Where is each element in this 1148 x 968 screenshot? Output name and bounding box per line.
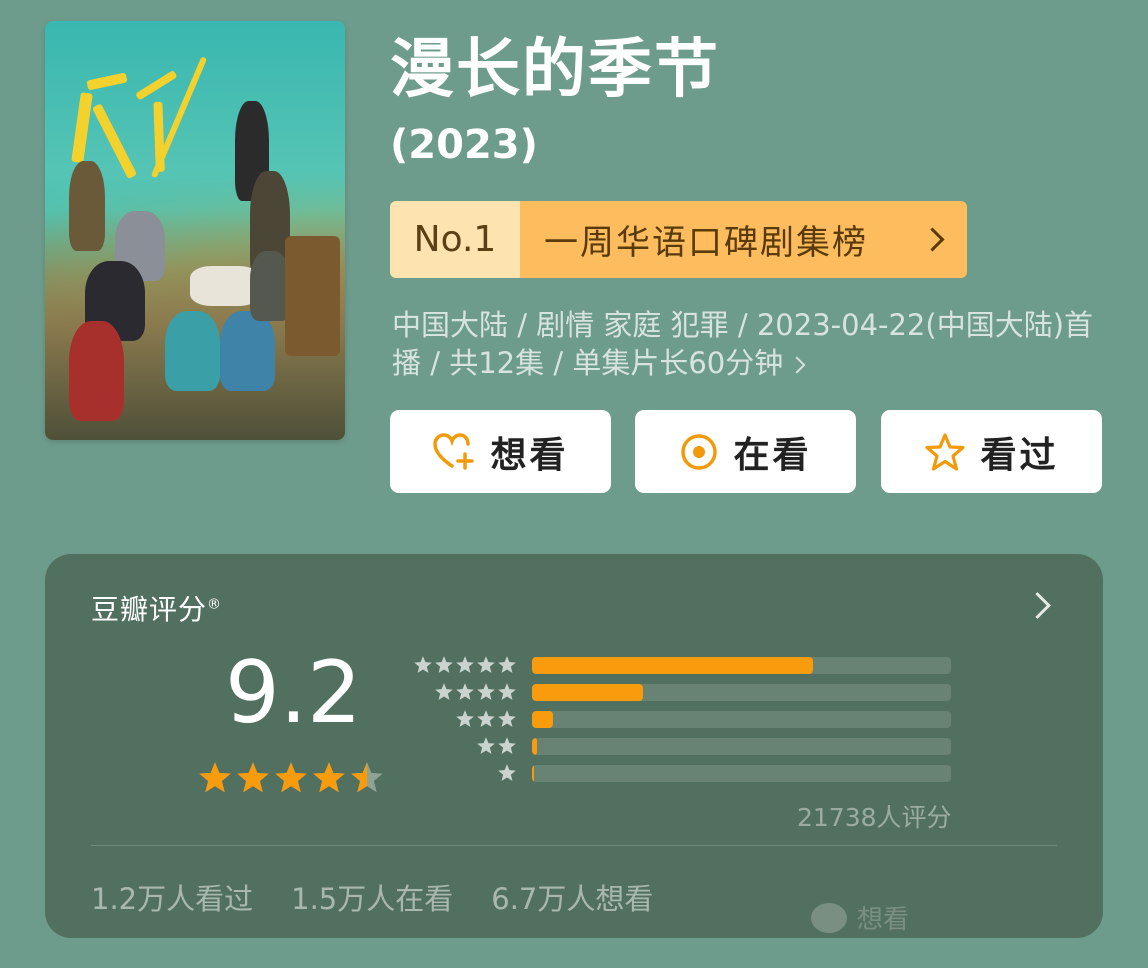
registered-mark: ® [207, 596, 223, 613]
mini-stars [411, 709, 517, 729]
rating-bar-fill [532, 710, 553, 728]
poster-figure [165, 311, 220, 391]
star-icon [498, 764, 516, 781]
star-icon [313, 762, 345, 793]
rating-bar-track [532, 710, 951, 728]
chevron-right-icon[interactable] [1024, 592, 1051, 619]
want-to-watch-button[interactable]: 想看 [390, 410, 611, 493]
watching-count[interactable]: 1.5万人在看 [291, 876, 453, 918]
rating-card-title: 豆瓣评分® [91, 588, 222, 628]
star-icon [498, 710, 516, 727]
watched-label: 看过 [980, 434, 1059, 476]
star-icon [456, 683, 474, 700]
rank-list-name: 一周华语口碑剧集榜 [544, 223, 868, 263]
rating-bar-fill [532, 764, 535, 782]
viewer-stats: 1.2万人看过 1.5万人在看 6.7万人想看 [91, 876, 653, 918]
rating-bar-fill [532, 683, 644, 701]
rank-list-link: 一周华语口碑剧集榜 [520, 201, 967, 278]
star-icon [414, 656, 432, 673]
meta-info-link[interactable]: 中国大陆 / 剧情 家庭 犯罪 / 2023-04-22(中国大陆)首播 / 共… [392, 306, 1107, 382]
chevron-right-icon [920, 227, 945, 252]
star-icon [351, 762, 383, 793]
mini-stars [411, 763, 517, 783]
star-icon [237, 762, 269, 793]
rating-card[interactable]: 豆瓣评分® 9.2 21738人评分 1.2万人看过 1.5万人在看 6.7万人… [45, 554, 1103, 938]
star-outline-icon [925, 432, 966, 471]
rating-bar-track [532, 683, 951, 701]
target-icon [681, 433, 718, 470]
rating-stars [197, 760, 385, 796]
rating-row-4-star [411, 682, 951, 702]
rating-header: 豆瓣评分 [91, 593, 208, 626]
rating-bar-fill [532, 737, 538, 755]
poster-figure [250, 251, 290, 321]
watching-label: 在看 [733, 434, 812, 476]
poster-figure [220, 311, 275, 391]
watermark-logo [811, 902, 847, 933]
rating-bar-track [532, 656, 951, 674]
rating-row-3-star [411, 709, 951, 729]
star-icon [498, 737, 516, 754]
star-icon [477, 737, 495, 754]
star-icon [199, 762, 231, 793]
star-icon [456, 656, 474, 673]
star-icon [275, 762, 307, 793]
watched-count[interactable]: 1.2万人看过 [91, 876, 253, 918]
watermark: 想看 [811, 899, 909, 936]
page-title: 漫长的季节 [390, 33, 720, 107]
rating-row-1-star [411, 763, 951, 783]
rating-row-5-star [411, 655, 951, 675]
star-icon [477, 656, 495, 673]
mini-stars [411, 655, 517, 675]
ranking-banner[interactable]: No.1 一周华语口碑剧集榜 [390, 201, 967, 278]
mini-stars [411, 682, 517, 702]
star-icon [477, 710, 495, 727]
watched-button[interactable]: 看过 [881, 410, 1102, 493]
poster-figure [69, 161, 105, 251]
rating-bar-track [532, 764, 951, 782]
rating-bar-track [532, 737, 951, 755]
star-icon [435, 683, 453, 700]
watermark-text: 想看 [857, 905, 910, 935]
release-year: (2023) [390, 122, 538, 168]
rating-score: 9.2 [225, 643, 362, 743]
poster-image[interactable] [45, 21, 345, 440]
divider [91, 845, 1057, 846]
star-icon [498, 656, 516, 673]
star-icon [498, 683, 516, 700]
heart-plus-icon [433, 432, 475, 470]
want-to-watch-label: 想看 [490, 434, 569, 476]
poster-figure [69, 321, 124, 421]
want-count[interactable]: 6.7万人想看 [491, 876, 653, 918]
poster-cabinet [285, 236, 340, 356]
rank-number: No.1 [390, 201, 520, 278]
chevron-right-icon [788, 356, 806, 374]
rating-row-2-star [411, 736, 951, 756]
rating-bar-fill [532, 656, 813, 674]
rating-vote-count[interactable]: 21738人评分 [797, 798, 952, 834]
meta-info-text: 中国大陆 / 剧情 家庭 犯罪 / 2023-04-22(中国大陆)首播 / 共… [392, 308, 1094, 380]
star-icon [435, 656, 453, 673]
watching-button[interactable]: 在看 [635, 410, 856, 493]
star-icon [477, 683, 495, 700]
star-icon [456, 710, 474, 727]
mini-stars [411, 736, 517, 756]
